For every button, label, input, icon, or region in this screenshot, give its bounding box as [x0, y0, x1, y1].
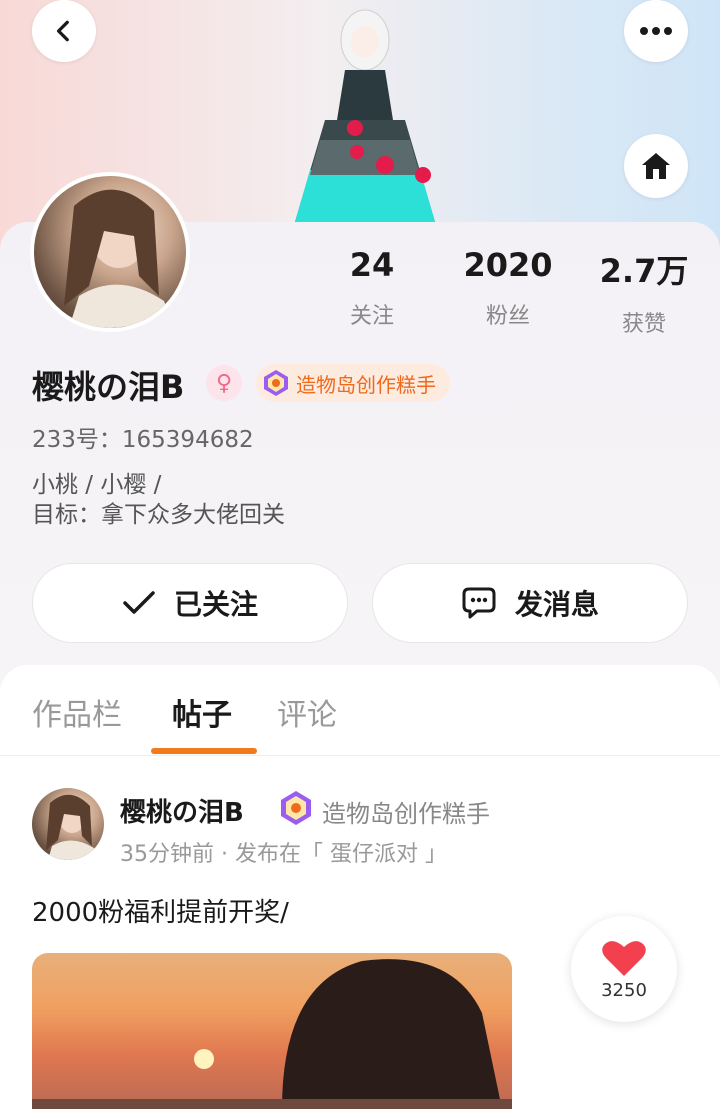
- post-text[interactable]: 2000粉福利提前开奖/: [32, 892, 289, 929]
- post-image[interactable]: [32, 953, 512, 1109]
- tab-works[interactable]: 作品栏: [32, 690, 122, 734]
- creator-badge[interactable]: 造物岛创作糕手: [256, 364, 450, 402]
- profile-name: 樱桃の泪B: [32, 368, 185, 406]
- female-icon: ♀: [206, 365, 242, 401]
- tab-comments[interactable]: 评论: [277, 690, 337, 734]
- creator-badge-icon: [281, 791, 311, 825]
- home-icon: [642, 153, 670, 179]
- post-image-sunset: [32, 959, 512, 1109]
- like-count: 3250: [601, 979, 647, 1001]
- stat-followers[interactable]: 2020 粉丝: [448, 246, 568, 330]
- message-button[interactable]: 发消息: [372, 563, 688, 643]
- more-dots-icon: [640, 27, 672, 35]
- chat-bubble-icon: [462, 587, 496, 619]
- follow-button-label: 已关注: [173, 588, 258, 621]
- check-icon: [123, 591, 155, 614]
- profile-bio: 小桃 / 小樱 / 目标：拿下众多大佬回关: [32, 470, 285, 530]
- home-button[interactable]: [624, 134, 688, 198]
- stat-following[interactable]: 24 关注: [312, 246, 432, 330]
- post-author-name[interactable]: 樱桃の泪B: [120, 792, 244, 829]
- stat-followers-label: 粉丝: [485, 304, 530, 329]
- stat-likes[interactable]: 2.7万 获赞: [584, 246, 704, 338]
- post-avatar-portrait: [46, 794, 98, 860]
- profile-avatar[interactable]: [30, 172, 190, 332]
- follow-button[interactable]: 已关注: [32, 563, 348, 643]
- bio-line-1: 小桃 / 小樱 /: [32, 472, 162, 498]
- stat-followers-value: 2020: [463, 246, 553, 284]
- tab-divider: [0, 755, 720, 756]
- tab-posts[interactable]: 帖子: [172, 690, 232, 734]
- stat-likes-value: 2.7万: [599, 252, 689, 290]
- creator-badge-label: 造物岛创作糕手: [296, 372, 436, 397]
- back-button[interactable]: [32, 0, 96, 62]
- user-id: 233号：165394682: [32, 427, 254, 453]
- post-meta: 35分钟前 · 发布在「 蛋仔派对 」: [120, 842, 447, 867]
- banner-character-figure: [295, 9, 435, 222]
- like-button[interactable]: 3250: [571, 916, 677, 1022]
- chevron-left-icon: [56, 20, 69, 42]
- more-options-button[interactable]: [624, 0, 688, 62]
- post-author-badge: 造物岛创作糕手: [322, 800, 490, 828]
- bio-line-2: 目标：拿下众多大佬回关: [32, 502, 285, 528]
- stat-following-label: 关注: [349, 304, 394, 329]
- post-author-avatar[interactable]: [32, 788, 104, 860]
- active-tab-indicator: [151, 748, 257, 754]
- message-button-label: 发消息: [514, 588, 599, 621]
- avatar-portrait: [64, 189, 174, 328]
- heart-icon: [602, 940, 646, 976]
- stat-following-value: 24: [349, 246, 395, 284]
- stat-likes-label: 获赞: [621, 312, 666, 337]
- creator-badge-icon: [264, 370, 288, 396]
